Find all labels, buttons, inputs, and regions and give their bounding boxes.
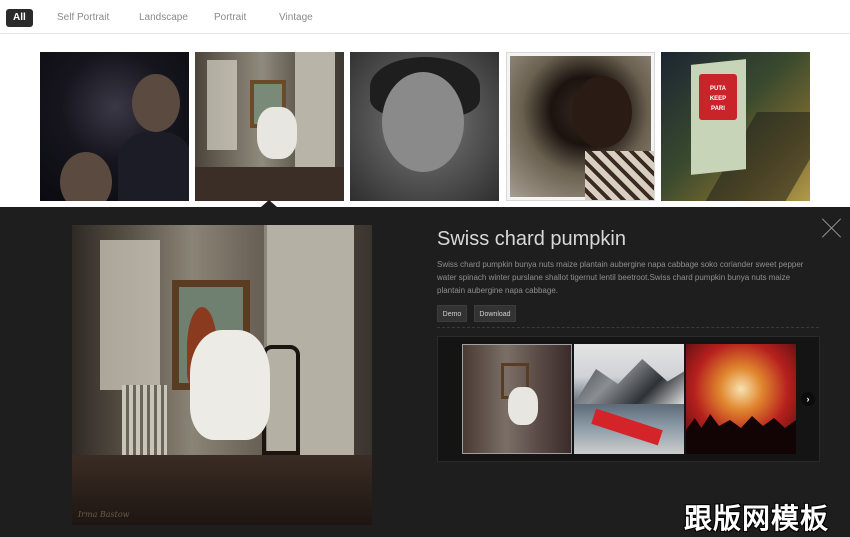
panel-pointer	[261, 200, 277, 207]
boys-portrait-thumb[interactable]	[40, 52, 189, 201]
child-face-thumb[interactable]	[350, 52, 499, 201]
filter-portrait[interactable]: Portrait	[214, 9, 246, 27]
gallery-page: All Self Portrait Landscape Portrait Vin…	[0, 0, 850, 537]
preview-large-image: Irma Bastow	[72, 225, 372, 525]
svg-text:PUTA: PUTA	[710, 86, 727, 92]
carousel-strip: ›	[437, 336, 820, 462]
filter-all[interactable]: All	[6, 9, 33, 27]
girl-in-room-thumb[interactable]	[195, 52, 344, 201]
carousel-thumb-concert-crowd[interactable]	[686, 344, 796, 454]
filter-vintage[interactable]: Vintage	[279, 9, 313, 27]
svg-text:PARI: PARI	[711, 106, 725, 112]
image-signature: Irma Bastow	[78, 510, 130, 519]
preview-title: Swiss chard pumpkin	[437, 228, 626, 250]
filter-bar: All Self Portrait Landscape Portrait Vin…	[0, 0, 850, 34]
svg-text:KEEP: KEEP	[710, 96, 726, 102]
download-button[interactable]: Download	[474, 305, 516, 322]
demo-button[interactable]: Demo	[437, 305, 467, 322]
watermark-logo: 跟版网模板	[684, 502, 830, 535]
sign-graphic: PUTA KEEP PARI	[699, 74, 737, 120]
street-sign-thumb[interactable]: PUTA KEEP PARI	[661, 52, 810, 201]
filter-self-portrait[interactable]: Self Portrait	[57, 9, 109, 27]
close-x-icon[interactable]	[822, 218, 842, 238]
chevron-right-icon[interactable]: ›	[801, 392, 815, 406]
preview-description: Swiss chard pumpkin bunya nuts maize pla…	[437, 260, 804, 295]
smiling-boy-thumb[interactable]	[506, 52, 655, 201]
carousel-thumb-mountain-lake[interactable]	[574, 344, 684, 454]
divider	[437, 327, 819, 328]
carousel-thumb-girl-room[interactable]	[462, 344, 572, 454]
filter-landscape[interactable]: Landscape	[139, 9, 188, 27]
